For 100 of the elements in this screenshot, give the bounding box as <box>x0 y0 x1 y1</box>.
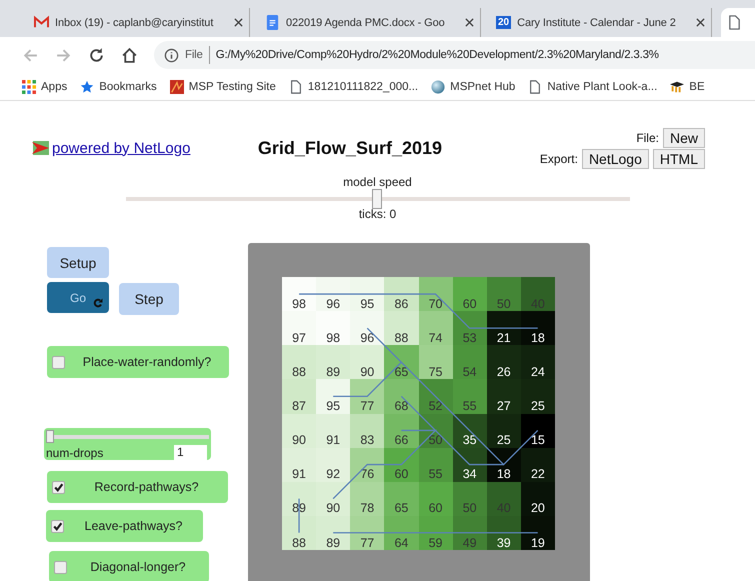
slider-thumb[interactable] <box>46 430 54 443</box>
file-label: File: <box>636 130 659 144</box>
close-icon[interactable] <box>696 18 705 27</box>
patch-label: 25 <box>486 414 521 448</box>
switch-label: Record-pathways? <box>93 480 200 494</box>
switch-widget[interactable]: Record-pathways? <box>47 471 228 503</box>
mortarboard-icon <box>670 80 684 94</box>
patch-label: 78 <box>350 482 384 516</box>
patch-label: 26 <box>486 345 521 380</box>
bookmark-link[interactable]: BE <box>670 80 705 94</box>
page-icon <box>727 15 742 30</box>
netlogo-logo-icon <box>32 140 50 156</box>
checkbox[interactable] <box>51 520 64 532</box>
new-file-button[interactable]: New <box>662 128 705 148</box>
patch-label: 21 <box>486 311 521 346</box>
bookmark-link[interactable]: MSPnet Hub <box>431 80 516 94</box>
patch-label: 34 <box>452 448 487 482</box>
patch-label: 20 <box>520 482 555 516</box>
patch-label: 22 <box>520 448 555 482</box>
scheme-label: File <box>185 49 203 61</box>
close-icon[interactable] <box>465 18 474 27</box>
patch-label: 88 <box>384 311 418 346</box>
powered-by-link[interactable]: powered by NetLogo <box>32 140 240 156</box>
speed-label: model speed <box>343 175 412 189</box>
switch-label: Diagonal-longer? <box>89 560 187 574</box>
patch-label: 53 <box>452 311 487 346</box>
page-icon <box>288 80 303 94</box>
patch-label: 88 <box>282 516 316 550</box>
star-icon <box>80 80 94 94</box>
slider-thumb[interactable] <box>372 189 382 209</box>
document-icon <box>265 15 280 30</box>
patch-label: 97 <box>282 311 316 346</box>
patch-label: 96 <box>316 277 350 312</box>
patch-label: 52 <box>418 379 453 414</box>
mail-icon <box>34 15 49 30</box>
bookmark-link[interactable]: 181210111822_000... <box>288 80 418 94</box>
patch-label: 98 <box>282 277 316 312</box>
patch-label: 59 <box>418 516 453 550</box>
home-icon[interactable] <box>121 46 138 64</box>
patch-label: 27 <box>486 379 521 414</box>
switch-widget[interactable]: Diagonal-longer? <box>49 551 209 581</box>
patch-label: 50 <box>452 482 487 516</box>
patch-label: 66 <box>384 414 418 448</box>
patch-label: 65 <box>384 345 418 380</box>
export-label: Export: <box>540 152 578 166</box>
patch-label: 25 <box>520 379 555 414</box>
checkbox[interactable] <box>54 560 67 574</box>
address-bar[interactable]: File G:/My%20Drive/Comp%20Hydro/2%20Module%20Development/2.3%20Maryland/2.3.3% <box>154 41 755 69</box>
patch-label: 89 <box>316 345 350 380</box>
switch-widget[interactable]: Leave-pathways? <box>46 510 203 542</box>
bookmark-link[interactable]: Bookmarks <box>80 80 157 94</box>
patch-label: 77 <box>350 379 384 414</box>
model-button[interactable]: Setup <box>47 247 109 278</box>
tab-title: Inbox (19) - caplanb@caryinstitut <box>55 16 214 28</box>
page-icon <box>528 80 542 94</box>
patch-label: 39 <box>486 516 521 550</box>
patch-label: 60 <box>418 482 453 516</box>
patch-label: 95 <box>350 277 384 312</box>
patch-label: 75 <box>418 345 453 380</box>
globe-icon <box>431 80 446 94</box>
patch-label: 89 <box>316 516 350 550</box>
bookmark-link[interactable]: Apps <box>22 80 68 94</box>
calendar-icon: 20 <box>496 16 512 29</box>
switch-label: Leave-pathways? <box>84 519 184 533</box>
info-icon <box>164 48 179 62</box>
image-icon <box>170 80 184 94</box>
bookmark-link[interactable]: Native Plant Look-a... <box>528 80 658 94</box>
tab-title: Cary Institute - Calendar - June 2 <box>517 16 677 28</box>
switch-label: Place-water-randomly? <box>82 355 212 369</box>
patch-label: 60 <box>452 277 487 312</box>
patch-label: 96 <box>350 311 384 346</box>
checkbox[interactable] <box>52 480 65 494</box>
tab-title: 022019 Agenda PMC.docx - Goo <box>286 16 446 28</box>
patch-label: 68 <box>384 379 418 414</box>
bookmark-link[interactable]: MSP Testing Site <box>170 80 276 94</box>
model-button[interactable]: Go <box>47 282 109 313</box>
slider-widget[interactable]: num-drops 1 <box>44 428 211 460</box>
patch-label: 55 <box>452 379 487 414</box>
export-button[interactable]: NetLogo <box>582 148 649 168</box>
model-button[interactable]: Step <box>119 283 179 315</box>
checkbox[interactable] <box>52 356 65 368</box>
export-button[interactable]: HTML <box>652 148 705 168</box>
patch-label: 95 <box>316 379 350 414</box>
patch-label: 77 <box>350 516 384 550</box>
tick-counter: ticks: 0 <box>358 207 396 221</box>
patch-label: 87 <box>282 379 316 414</box>
reload-icon[interactable] <box>88 46 105 64</box>
patch-label: 65 <box>384 482 418 516</box>
patch-label: 83 <box>350 414 384 448</box>
patch-label: 54 <box>452 345 487 380</box>
slider-value: 1 <box>174 445 207 460</box>
patch-label: 55 <box>418 448 453 482</box>
patch-label: 18 <box>520 311 555 346</box>
patch-label: 50 <box>486 277 521 312</box>
patch-label: 15 <box>520 414 555 448</box>
switch-widget[interactable]: Place-water-randomly? <box>47 346 229 378</box>
close-icon[interactable] <box>234 18 243 27</box>
patch-label: 70 <box>418 277 453 312</box>
patch-label: 91 <box>282 448 316 482</box>
patch-label: 92 <box>316 448 350 482</box>
